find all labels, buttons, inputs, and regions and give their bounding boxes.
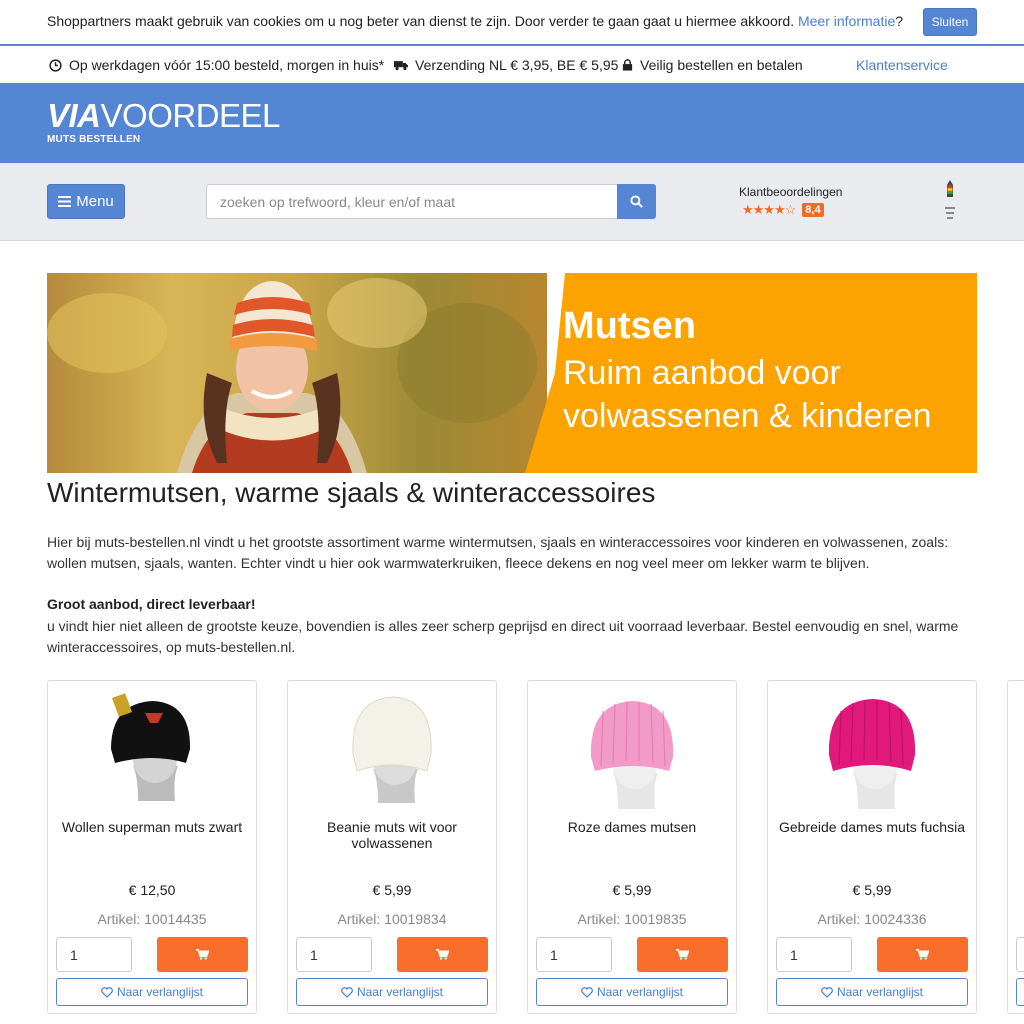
- wishlist-label: Naar verlanglijst: [596, 985, 684, 999]
- nav-bar: Menu Klantbeoordelingen ★★★★☆ 8,4: [0, 163, 1024, 241]
- heart-icon: [341, 986, 353, 998]
- heart-icon: [821, 986, 833, 998]
- add-to-cart-button[interactable]: [397, 937, 488, 972]
- banner-subtitle: Ruim aanbod voor volwassenen & kinderen: [563, 354, 932, 435]
- product-price: € 5,99: [852, 882, 892, 898]
- section-subheading: Groot aanbod, direct leverbaar!: [47, 596, 256, 612]
- cookie-text: Shoppartners maakt gebruik van cookies o…: [47, 13, 795, 29]
- wishlist-button[interactable]: Naar verlanglijst: [56, 978, 248, 1006]
- usp-bar: Op werkdagen vóór 15:00 besteld, morgen …: [0, 46, 1024, 83]
- usp-delivery: Op werkdagen vóór 15:00 besteld, morgen …: [49, 57, 384, 73]
- banner-photo: [47, 273, 547, 473]
- quantity-input[interactable]: [536, 937, 612, 972]
- add-to-cart-button[interactable]: [157, 937, 248, 972]
- hamburger-icon: [58, 196, 72, 207]
- usp-shipping-label: Verzending NL € 3,95, BE € 5,95: [415, 57, 619, 73]
- pink-hat-image[interactable]: [573, 691, 693, 811]
- quantity-input-partial[interactable]: [1016, 937, 1024, 972]
- reviews-label: Klantbeoordelingen: [739, 185, 843, 199]
- cart-icon: [916, 949, 929, 960]
- wishlist-label: Naar verlanglijst: [836, 985, 924, 999]
- usp-delivery-label: Op werkdagen vóór 15:00 besteld, morgen …: [69, 57, 385, 73]
- logo-voordeel: VOORDEEL: [100, 97, 281, 134]
- woman-with-hat-image: [47, 278, 537, 473]
- product-name[interactable]: Beanie muts wit voor volwassenen: [296, 819, 488, 851]
- cookie-message: Shoppartners maakt gebruik van cookies o…: [47, 13, 903, 29]
- black-superman-hat-image[interactable]: [93, 691, 213, 811]
- page-title: Wintermutsen, warme sjaals & winteracces…: [47, 477, 656, 508]
- cart-icon: [196, 949, 209, 960]
- customer-service-link[interactable]: Klantenservice: [856, 57, 948, 73]
- trust-seal-icon[interactable]: [942, 179, 958, 225]
- quantity-input[interactable]: [56, 937, 132, 972]
- hero-banner[interactable]: Mutsen Ruim aanbod voor volwassenen & ki…: [47, 273, 977, 473]
- product-card[interactable]: Gebreide dames muts fuchsia € 5,99 Artik…: [767, 680, 977, 1014]
- product-price: € 12,50: [128, 882, 176, 898]
- banner-title: Mutsen: [563, 305, 696, 347]
- heart-icon: [581, 986, 593, 998]
- product-price: € 5,99: [372, 882, 412, 898]
- cookie-bar: Shoppartners maakt gebruik van cookies o…: [0, 0, 1024, 46]
- quantity-input[interactable]: [776, 937, 852, 972]
- product-card[interactable]: Roze dames mutsen € 5,99 Artikel: 100198…: [527, 680, 737, 1014]
- add-to-cart-button[interactable]: [877, 937, 968, 972]
- usp-secure: Veilig bestellen en betalen: [622, 57, 803, 73]
- wishlist-button-partial[interactable]: [1016, 978, 1024, 1006]
- add-to-cart-button[interactable]: [637, 937, 728, 972]
- wishlist-button[interactable]: Naar verlanglijst: [776, 978, 968, 1006]
- menu-button[interactable]: Menu: [47, 184, 125, 219]
- search-input[interactable]: [206, 184, 618, 219]
- search-icon: [630, 195, 643, 208]
- logo-tagline: MUTS BESTELLEN: [47, 134, 141, 145]
- heart-icon: [101, 986, 113, 998]
- fuchsia-hat-image[interactable]: [813, 691, 933, 811]
- product-name[interactable]: Roze dames mutsen: [536, 819, 728, 835]
- menu-label: Menu: [76, 193, 114, 210]
- cookie-suffix: ?: [895, 13, 904, 29]
- site-logo[interactable]: VIAVOORDEEL MUTS BESTELLEN: [47, 99, 280, 146]
- clock-icon: [49, 58, 62, 72]
- cookie-close-button[interactable]: Sluiten: [923, 8, 977, 36]
- wishlist-button[interactable]: Naar verlanglijst: [536, 978, 728, 1006]
- rating-stars: ★★★★☆: [742, 202, 796, 217]
- intro-text: Hier bij muts-bestellen.nl vindt u het g…: [47, 534, 949, 571]
- product-article: Artikel: 10019834: [337, 911, 447, 927]
- reviews-rating-row: ★★★★☆ 8,4: [739, 202, 842, 218]
- product-card-partial[interactable]: [1007, 680, 1024, 1014]
- logo-wordmark: VIAVOORDEEL: [47, 99, 280, 133]
- more-info-link[interactable]: Meer informatie: [798, 13, 895, 29]
- product-card[interactable]: Wollen superman muts zwart € 12,50 Artik…: [47, 680, 257, 1014]
- cart-icon: [676, 949, 689, 960]
- usp-secure-label: Veilig bestellen en betalen: [640, 57, 803, 73]
- search-button[interactable]: [617, 184, 656, 219]
- usp-shipping: Verzending NL € 3,95, BE € 5,95: [394, 57, 618, 73]
- cart-icon: [436, 949, 449, 960]
- product-article: Artikel: 10019835: [577, 911, 687, 927]
- lock-icon: [622, 59, 633, 71]
- wishlist-button[interactable]: Naar verlanglijst: [296, 978, 488, 1006]
- customer-reviews[interactable]: Klantbeoordelingen ★★★★☆ 8,4: [739, 185, 842, 218]
- product-name[interactable]: Gebreide dames muts fuchsia: [776, 819, 968, 835]
- product-name[interactable]: Wollen superman muts zwart: [56, 819, 248, 835]
- wishlist-label: Naar verlanglijst: [116, 985, 204, 999]
- product-article: Artikel: 10024336: [817, 911, 927, 927]
- rating-badge: 8,4: [802, 203, 824, 217]
- wishlist-label: Naar verlanglijst: [356, 985, 444, 999]
- white-beanie-hat-image[interactable]: [333, 691, 453, 811]
- truck-icon: [394, 60, 408, 70]
- product-article: Artikel: 10014435: [97, 911, 207, 927]
- product-price: € 5,99: [612, 882, 652, 898]
- quantity-input[interactable]: [296, 937, 372, 972]
- site-header: VIAVOORDEEL MUTS BESTELLEN: [0, 83, 1024, 163]
- logo-via: VIA: [47, 97, 101, 134]
- product-card[interactable]: Beanie muts wit voor volwassenen € 5,99 …: [287, 680, 497, 1014]
- intro-text-2: u vindt hier niet alleen de grootste keu…: [47, 618, 959, 655]
